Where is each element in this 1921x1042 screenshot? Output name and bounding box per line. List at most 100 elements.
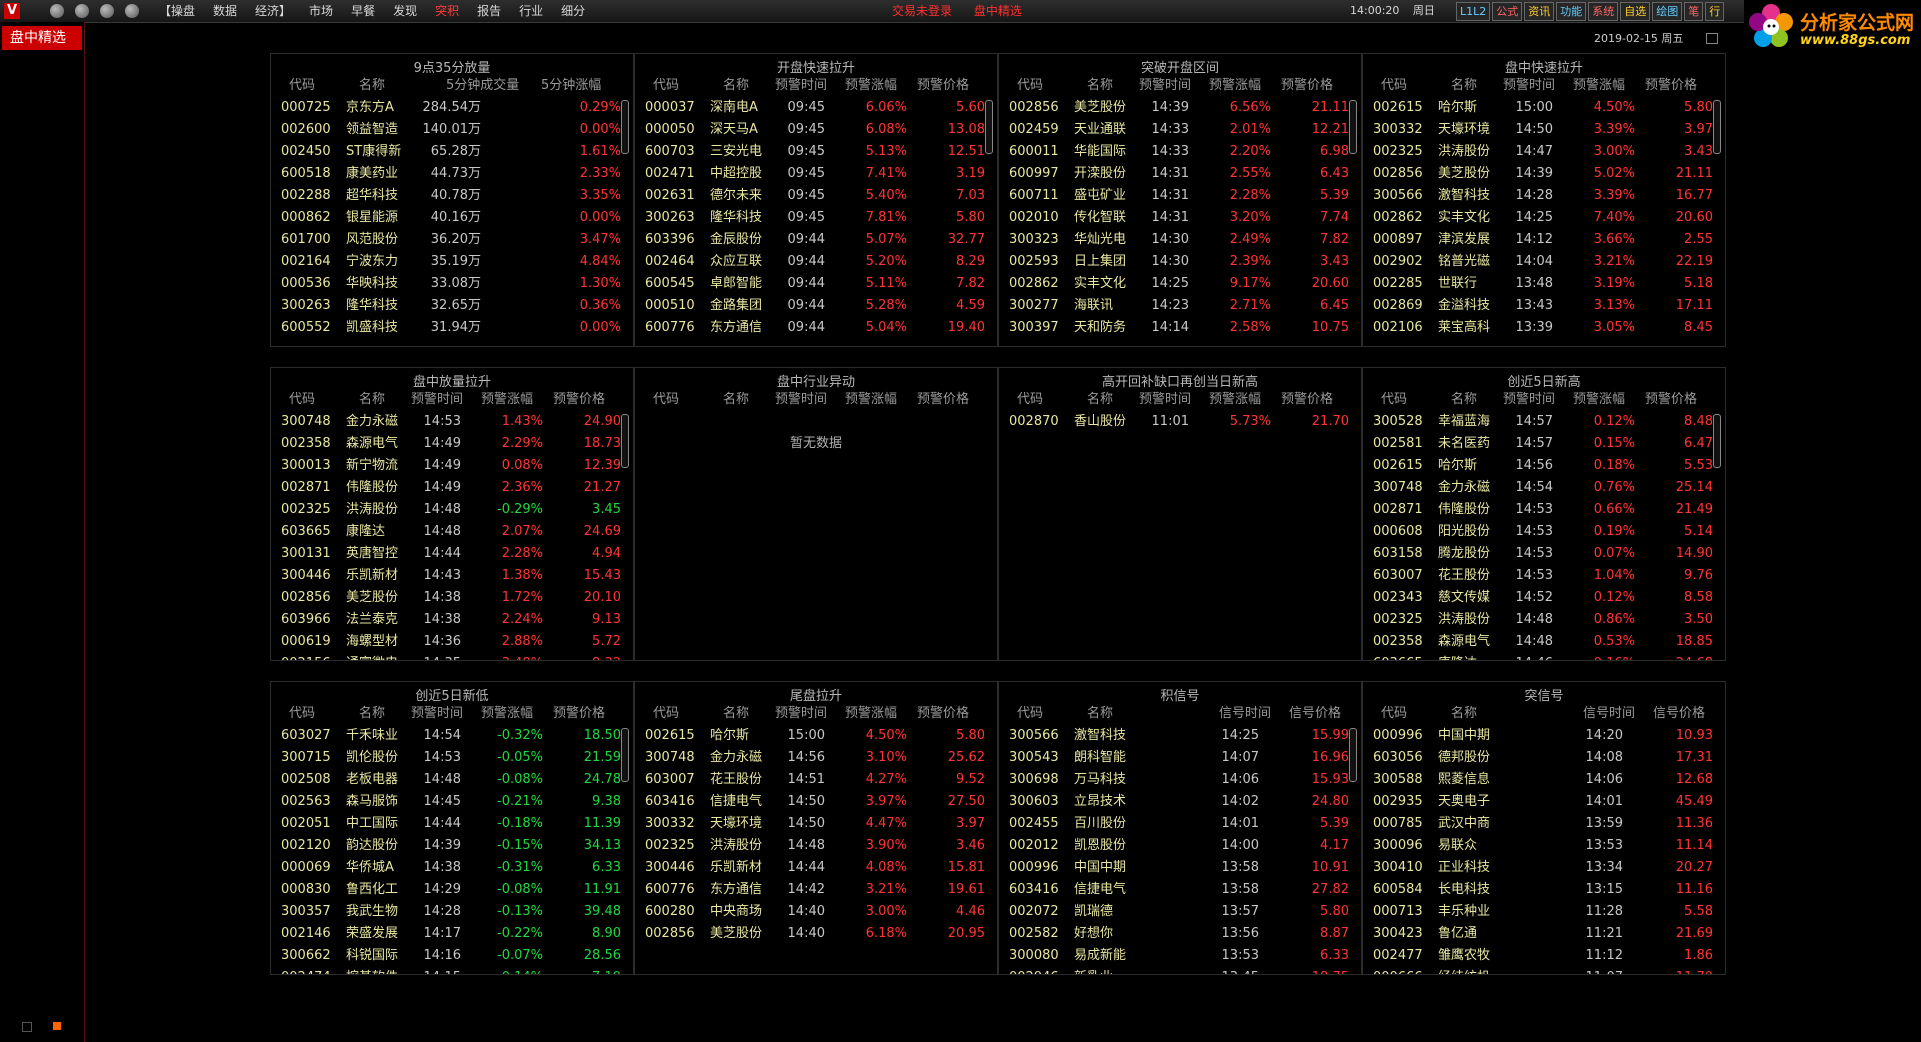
column-header[interactable]: 名称 [1087, 75, 1113, 97]
table-row[interactable]: 002471 中超控股 09:45 7.41% 3.19 [635, 163, 997, 185]
table-row[interactable]: 002582 好想你 13:56 8.87 [999, 923, 1361, 945]
table-row[interactable]: 300323 华灿光电 14:30 2.49% 7.82 [999, 229, 1361, 251]
table-row[interactable]: 300715 凯伦股份 14:53 -0.05% 21.59 [271, 747, 633, 769]
table-row[interactable]: 603665 康隆达 14:48 2.07% 24.69 [271, 521, 633, 543]
table-row[interactable]: 002856 美芝股份 14:39 6.56% 21.11 [999, 97, 1361, 119]
toolbar-button[interactable]: 自选 [1620, 2, 1651, 21]
status-square-icon[interactable] [22, 1022, 32, 1032]
table-row[interactable]: 000037 深南电A 09:45 6.06% 5.60 [635, 97, 997, 119]
table-row[interactable]: 603056 德邦股份 14:08 17.31 [1363, 747, 1725, 769]
table-row[interactable]: 300748 金力永磁 14:54 0.76% 25.14 [1363, 477, 1725, 499]
column-header[interactable]: 代码 [1017, 389, 1043, 411]
table-row[interactable]: 603665 康隆达 14:46 0.16% 24.68 [1363, 653, 1725, 660]
panel-title[interactable]: 高开回补缺口再创当日新高 [999, 371, 1361, 390]
column-header[interactable]: 代码 [1381, 389, 1407, 411]
table-row[interactable]: 000608 阳光股份 14:53 0.19% 5.14 [1363, 521, 1725, 543]
calendar-icon[interactable] [1706, 33, 1718, 44]
table-row[interactable]: 300748 金力永磁 14:53 1.43% 24.90 [271, 411, 633, 433]
table-row[interactable]: 603027 千禾味业 14:54 -0.32% 18.50 [271, 725, 633, 747]
table-row[interactable]: 002862 实丰文化 14:25 7.40% 20.60 [1363, 207, 1725, 229]
scrollbar[interactable] [985, 100, 993, 154]
column-header[interactable]: 名称 [1451, 389, 1477, 411]
column-header[interactable]: 预警价格 [917, 703, 969, 725]
menu-item[interactable]: 行业 [510, 0, 552, 22]
table-row[interactable]: 000897 津滨发展 14:12 3.66% 2.55 [1363, 229, 1725, 251]
menu-item[interactable]: 发现 [384, 0, 426, 22]
table-row[interactable]: 600776 东方通信 14:42 3.21% 19.61 [635, 879, 997, 901]
column-header[interactable]: 预警价格 [1281, 75, 1333, 97]
menu-item[interactable]: 市场 [300, 0, 342, 22]
table-row[interactable]: 300332 天壕环境 14:50 4.47% 3.97 [635, 813, 997, 835]
table-row[interactable]: 600584 长电科技 13:15 11.16 [1363, 879, 1725, 901]
table-row[interactable]: 600776 东方通信 09:44 5.04% 19.40 [635, 317, 997, 339]
menu-item[interactable]: 早餐 [342, 0, 384, 22]
toolbar-button[interactable]: 行 [1705, 2, 1725, 21]
table-row[interactable]: 300588 熙菱信息 14:06 12.68 [1363, 769, 1725, 791]
table-row[interactable]: 603396 金辰股份 09:44 5.07% 32.77 [635, 229, 997, 251]
column-header[interactable]: 代码 [1381, 703, 1407, 725]
status-square-icon[interactable] [53, 1022, 61, 1030]
table-row[interactable]: 002615 哈尔斯 15:00 4.50% 5.80 [1363, 97, 1725, 119]
menu-item[interactable]: 【操盘 [150, 0, 204, 22]
table-row[interactable]: 002581 未名医药 14:57 0.15% 6.47 [1363, 433, 1725, 455]
table-row[interactable]: 002593 日上集团 14:30 2.39% 3.43 [999, 251, 1361, 273]
table-row[interactable]: 000785 武汉中商 13:59 11.36 [1363, 813, 1725, 835]
toolbar-button[interactable]: 资讯 [1524, 2, 1555, 21]
table-row[interactable]: 002164 宁波东力 35.19万 4.84% [271, 251, 633, 273]
column-header[interactable]: 预警时间 [411, 389, 463, 411]
table-row[interactable]: 002343 慈文传媒 14:52 0.12% 8.58 [1363, 587, 1725, 609]
column-header[interactable]: 预警涨幅 [1573, 75, 1625, 97]
table-row[interactable]: 300748 金力永磁 14:56 3.10% 25.62 [635, 747, 997, 769]
table-row[interactable]: 002508 老板电器 14:48 -0.08% 24.78 [271, 769, 633, 791]
table-row[interactable]: 002477 雏鹰农牧 11:12 1.86 [1363, 945, 1725, 967]
column-header[interactable]: 预警时间 [775, 703, 827, 725]
column-header[interactable]: 名称 [1087, 703, 1113, 725]
table-row[interactable]: 603416 信捷电气 13:58 27.82 [999, 879, 1361, 901]
table-row[interactable]: 603007 花王股份 14:51 4.27% 9.52 [635, 769, 997, 791]
table-row[interactable]: 603966 法兰泰克 14:38 2.24% 9.13 [271, 609, 633, 631]
table-row[interactable]: 600545 卓郎智能 09:44 5.11% 7.82 [635, 273, 997, 295]
column-header[interactable]: 预警涨幅 [481, 703, 533, 725]
column-header[interactable]: 代码 [289, 703, 315, 725]
panel-title[interactable]: 突破开盘区间 [999, 57, 1361, 76]
table-row[interactable]: 000996 中国中期 14:20 10.93 [1363, 725, 1725, 747]
table-row[interactable]: 002106 莱宝高科 13:39 3.05% 8.45 [1363, 317, 1725, 339]
column-header[interactable]: 名称 [723, 75, 749, 97]
column-header[interactable]: 预警涨幅 [1209, 389, 1261, 411]
column-header[interactable]: 预警价格 [1645, 75, 1697, 97]
table-row[interactable]: 300543 朗科智能 14:07 16.96 [999, 747, 1361, 769]
column-header[interactable]: 名称 [723, 703, 749, 725]
table-row[interactable]: 002871 伟隆股份 14:53 0.66% 21.49 [1363, 499, 1725, 521]
column-header[interactable]: 名称 [1087, 389, 1113, 411]
table-row[interactable]: 603007 花王股份 14:53 1.04% 9.76 [1363, 565, 1725, 587]
column-header[interactable]: 名称 [359, 389, 385, 411]
column-header[interactable]: 预警涨幅 [481, 389, 533, 411]
table-row[interactable]: 600011 华能国际 14:33 2.20% 6.98 [999, 141, 1361, 163]
table-row[interactable]: 300263 隆华科技 09:45 7.81% 5.80 [635, 207, 997, 229]
window-control-icon[interactable] [125, 4, 139, 18]
column-header[interactable]: 代码 [1017, 703, 1043, 725]
table-row[interactable]: 002631 德尔未来 09:45 5.40% 7.03 [635, 185, 997, 207]
table-row[interactable]: 000996 中国中期 13:58 10.91 [999, 857, 1361, 879]
table-row[interactable]: 300397 天和防务 14:14 2.58% 10.75 [999, 317, 1361, 339]
table-row[interactable]: 002358 森源电气 14:48 0.53% 18.85 [1363, 631, 1725, 653]
table-row[interactable]: 600552 凯盛科技 31.94万 0.00% [271, 317, 633, 339]
toolbar-button[interactable]: 绘图 [1652, 2, 1683, 21]
table-row[interactable]: 603416 信捷电气 14:50 3.97% 27.50 [635, 791, 997, 813]
column-header[interactable]: 5分钟成交量 [446, 75, 519, 97]
table-row[interactable]: 002862 实丰文化 14:25 9.17% 20.60 [999, 273, 1361, 295]
panel-title[interactable]: 创近5日新高 [1363, 371, 1725, 390]
column-header[interactable]: 名称 [359, 703, 385, 725]
table-row[interactable]: 002146 荣盛发展 14:17 -0.22% 8.90 [271, 923, 633, 945]
table-row[interactable]: 002464 众应互联 09:44 5.20% 8.29 [635, 251, 997, 273]
table-row[interactable]: 600518 康美药业 44.73万 2.33% [271, 163, 633, 185]
table-row[interactable]: 000713 丰乐种业 11:28 5.58 [1363, 901, 1725, 923]
table-row[interactable]: 300662 科锐国际 14:16 -0.07% 28.56 [271, 945, 633, 967]
column-header[interactable]: 信号时间 [1219, 703, 1271, 725]
table-row[interactable]: 300013 新宁物流 14:49 0.08% 12.39 [271, 455, 633, 477]
scrollbar[interactable] [1349, 100, 1357, 154]
table-row[interactable]: 603158 腾龙股份 14:53 0.07% 14.90 [1363, 543, 1725, 565]
scrollbar[interactable] [1713, 414, 1721, 468]
table-row[interactable]: 300410 正业科技 13:34 20.27 [1363, 857, 1725, 879]
menu-item[interactable]: 细分 [552, 0, 594, 22]
